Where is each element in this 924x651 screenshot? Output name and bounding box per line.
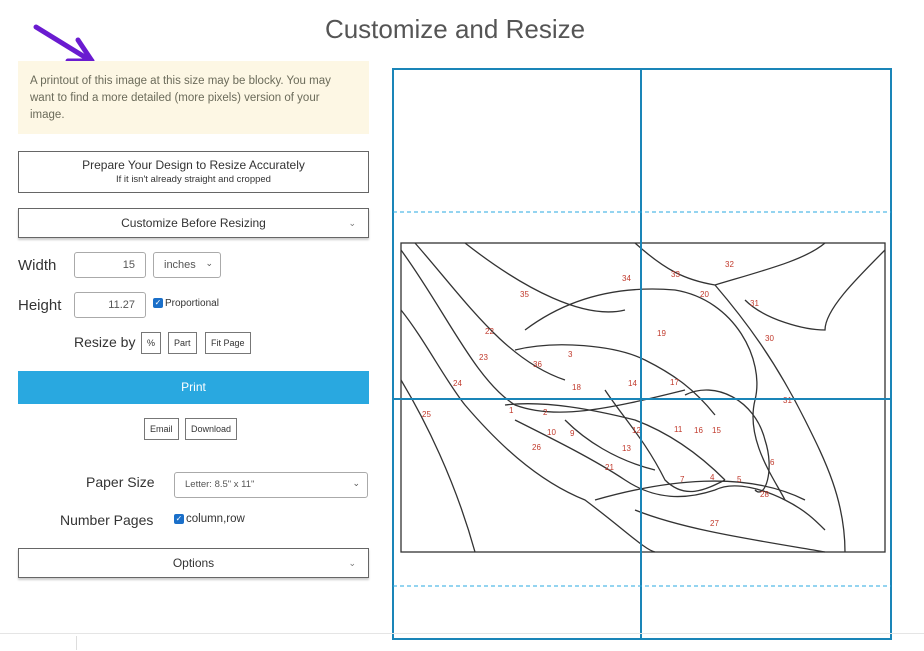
checkbox-checked-icon: ✓ (174, 513, 184, 524)
prepare-subtitle: If it isn't already straight and cropped (116, 174, 271, 185)
piece-number: 3 (568, 350, 573, 359)
prepare-title: Prepare Your Design to Resize Accurately (82, 158, 305, 172)
print-button[interactable]: Print (18, 371, 369, 404)
checkbox-checked-icon: ✓ (153, 298, 163, 309)
piece-number: 24 (453, 379, 462, 388)
piece-number: 19 (657, 329, 666, 338)
piece-number: 28 (760, 490, 769, 499)
piece-number: 27 (710, 519, 719, 528)
piece-number: 4 (710, 473, 715, 482)
piece-number: 9 (570, 429, 575, 438)
footer-separator (76, 636, 77, 650)
piece-number: 16 (694, 426, 703, 435)
piece-number: 26 (532, 443, 541, 452)
piece-number: 18 (572, 383, 581, 392)
page-title: Customize and Resize (324, 14, 586, 44)
width-input[interactable]: 15 (74, 252, 146, 278)
height-label: Height (18, 297, 62, 314)
piece-number: 21 (605, 463, 614, 472)
piece-number: 31 (750, 299, 759, 308)
resize-fit-page-button[interactable]: Fit Page (205, 332, 251, 354)
print-preview: 35 34 33 32 20 31 30 19 22 23 36 3 18 14 17 24 25 31 1 2 10 9… (392, 68, 892, 640)
height-input[interactable]: 11.27 (74, 292, 146, 318)
piece-number: 20 (700, 290, 709, 299)
unit-value: inches (164, 259, 196, 271)
prepare-design-button[interactable]: Prepare Your Design to Resize Accurately… (18, 151, 369, 193)
footer-divider (0, 633, 924, 634)
piece-number: 1 (509, 406, 514, 415)
piece-number: 5 (737, 475, 742, 484)
chevron-down-icon: ⌄ (352, 478, 360, 488)
number-pages-value: column,row (186, 513, 245, 525)
chevron-down-icon: ⌄ (348, 218, 356, 228)
customize-before-resizing-accordion[interactable]: Customize Before Resizing ⌄ (18, 208, 369, 238)
customize-label: Customize Before Resizing (121, 216, 266, 230)
resize-by-percent-button[interactable]: % (141, 332, 162, 354)
resize-by-label: Resize by (74, 334, 136, 350)
piece-number: 17 (670, 378, 679, 387)
piece-number: 25 (422, 410, 431, 419)
piece-number: 33 (671, 270, 680, 279)
width-label: Width (18, 257, 57, 274)
number-pages-checkbox[interactable]: ✓ column,row (174, 513, 245, 525)
piece-number: 23 (479, 353, 488, 362)
piece-number: 36 (533, 360, 542, 369)
piece-number: 22 (485, 327, 494, 336)
piece-number: 11 (674, 425, 683, 434)
piece-number: 32 (725, 260, 734, 269)
proportional-checkbox[interactable]: ✓ Proportional (153, 298, 219, 309)
low-resolution-notice: A printout of this image at this size ma… (18, 61, 369, 134)
email-button[interactable]: Email (144, 418, 179, 440)
unit-select[interactable]: inches ⌄ (153, 252, 221, 278)
piece-number: 6 (770, 458, 775, 467)
piece-number: 13 (622, 444, 631, 453)
piece-number: 7 (680, 475, 685, 484)
paper-size-label: Paper Size (86, 474, 155, 490)
resize-by-part-button[interactable]: Part (168, 332, 197, 354)
chevron-down-icon: ⌄ (205, 258, 213, 268)
chevron-down-icon: ⌄ (348, 558, 356, 568)
piece-number: 31 (783, 396, 792, 405)
pattern-drawing (400, 242, 886, 553)
proportional-label: Proportional (165, 298, 219, 309)
paper-size-value: Letter: 8.5" x 11" (185, 479, 255, 490)
piece-number: 14 (628, 379, 637, 388)
options-label: Options (172, 556, 215, 570)
download-button[interactable]: Download (185, 418, 238, 440)
options-accordion[interactable]: Options ⌄ (18, 548, 369, 578)
piece-number: 2 (543, 408, 548, 417)
piece-number: 35 (520, 290, 529, 299)
number-pages-label: Number Pages (60, 512, 154, 528)
piece-number: 34 (622, 274, 631, 283)
paper-size-select[interactable]: Letter: 8.5" x 11" ⌄ (174, 472, 368, 498)
piece-number: 10 (547, 428, 556, 437)
piece-number: 30 (765, 334, 774, 343)
piece-number: 15 (712, 426, 721, 435)
